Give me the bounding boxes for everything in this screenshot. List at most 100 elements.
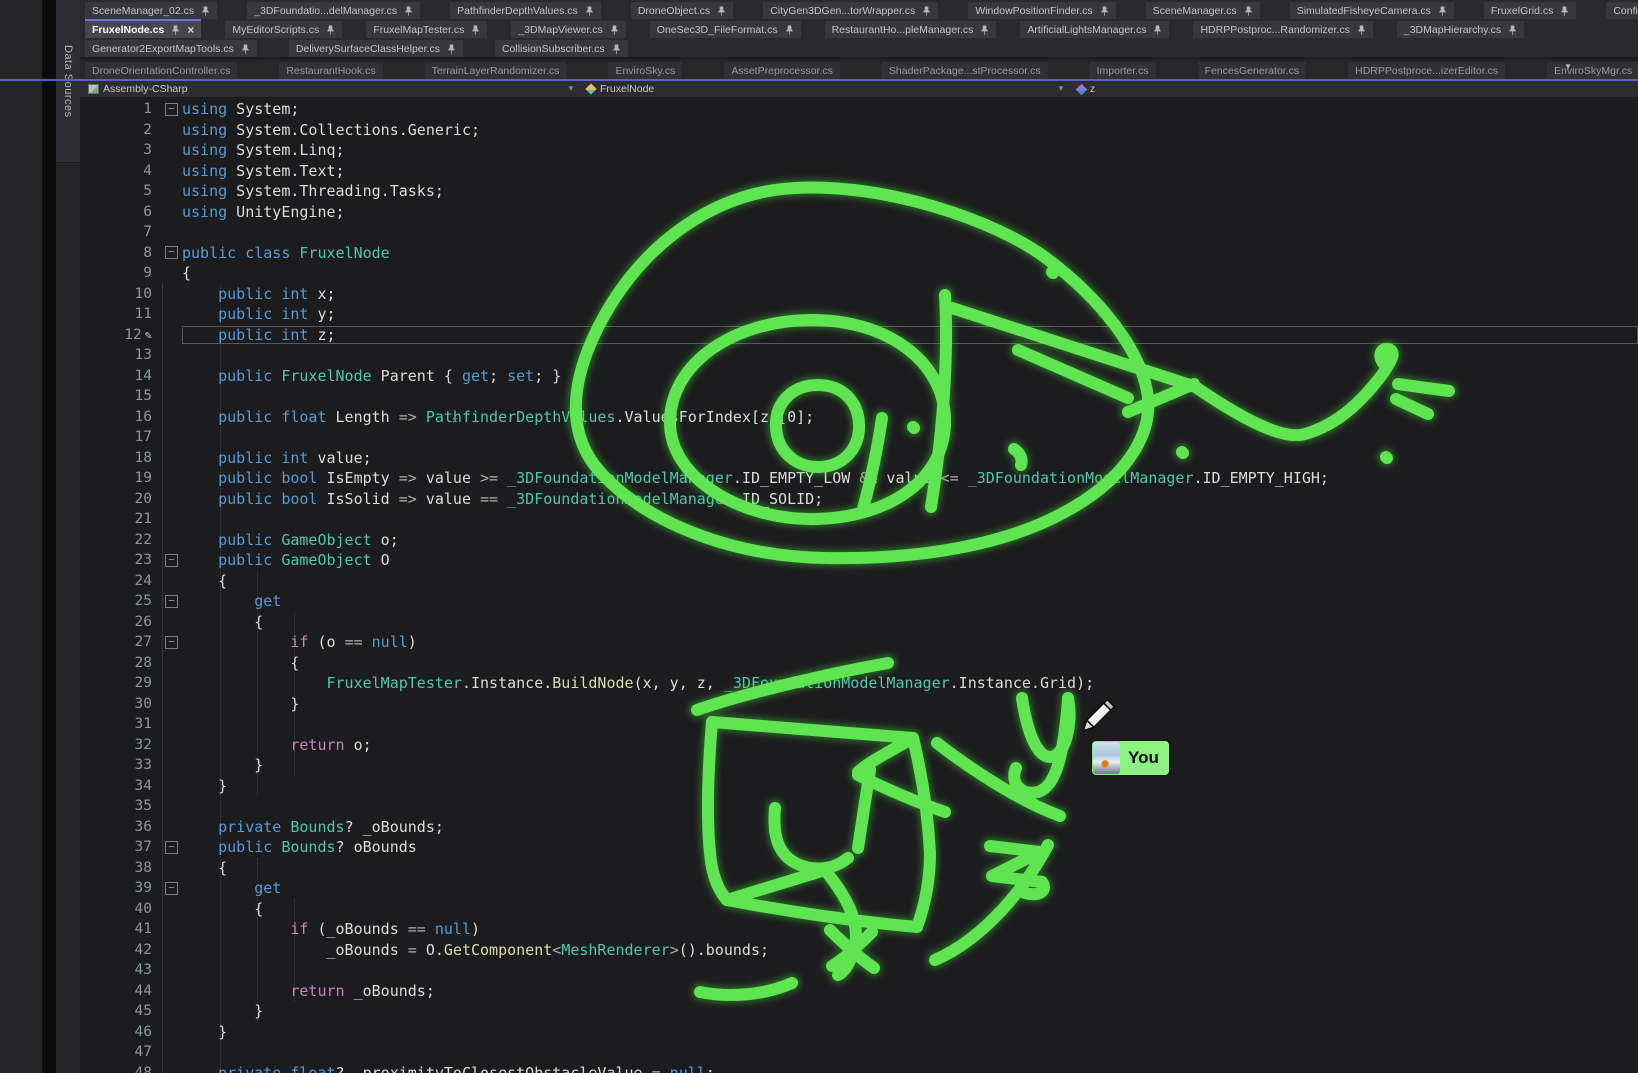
- code-line-10[interactable]: 10 public int x;: [80, 284, 1638, 305]
- code-line-47[interactable]: 47: [80, 1042, 1638, 1063]
- code-line-2[interactable]: 2using System.Collections.Generic;: [80, 120, 1638, 141]
- fold-collapse-icon[interactable]: –: [152, 246, 182, 259]
- code-line-45[interactable]: 45 }: [80, 1001, 1638, 1022]
- chevron-down-icon[interactable]: ▼: [567, 84, 575, 93]
- code-line-30[interactable]: 30 }: [80, 694, 1638, 715]
- code-line-37[interactable]: 37– public Bounds? oBounds: [80, 837, 1638, 858]
- tab-artificiallightsmanager-cs[interactable]: ArtificialLightsManager.cs: [1020, 21, 1169, 38]
- code-line-17[interactable]: 17: [80, 427, 1638, 448]
- code-line-42[interactable]: 42 _oBounds = O.GetComponent<MeshRendere…: [80, 940, 1638, 961]
- code-line-5[interactable]: 5using System.Threading.Tasks;: [80, 181, 1638, 202]
- fold-box[interactable]: –: [165, 841, 178, 854]
- code-line-48[interactable]: 48 private float? _proximityToClosestObs…: [80, 1063, 1638, 1073]
- fold-collapse-icon[interactable]: –: [152, 595, 182, 608]
- code-line-4[interactable]: 4using System.Text;: [80, 161, 1638, 182]
- fold-box[interactable]: –: [165, 554, 178, 567]
- code-line-46[interactable]: 46 }: [80, 1022, 1638, 1043]
- code-line-25[interactable]: 25– get: [80, 591, 1638, 612]
- breadcrumb-type[interactable]: FruxelNode: [586, 81, 654, 97]
- tab-citygen3dgen-torwrapper-cs[interactable]: CityGen3DGen...torWrapper.cs: [763, 2, 938, 19]
- tab-droneorientationcontroller-cs[interactable]: DroneOrientationController.cs: [85, 62, 237, 79]
- tab-restaurantho-plemanager-cs[interactable]: RestaurantHo...pleManager.cs: [825, 21, 997, 38]
- code-line-28[interactable]: 28 {: [80, 653, 1638, 674]
- code-line-1[interactable]: 1–using System;: [80, 99, 1638, 120]
- tab-onesec3d-fileformat-cs[interactable]: OneSec3D_FileFormat.cs: [650, 21, 801, 38]
- tab-fruxelmaptester-cs[interactable]: FruxelMapTester.cs: [366, 21, 487, 38]
- code-line-27[interactable]: 27– if (o == null): [80, 632, 1638, 653]
- tab-generator2exportmaptools-cs[interactable]: Generator2ExportMapTools.cs: [85, 40, 257, 57]
- code-line-40[interactable]: 40 {: [80, 899, 1638, 920]
- tab-3dfoundatio-delmanager-cs[interactable]: _3DFoundatio...delManager.cs: [247, 2, 420, 19]
- code-line-7[interactable]: 7: [80, 222, 1638, 243]
- code-line-35[interactable]: 35: [80, 796, 1638, 817]
- code-line-9[interactable]: 9{: [80, 263, 1638, 284]
- code-line-11[interactable]: 11 public int y;: [80, 304, 1638, 325]
- fold-collapse-icon[interactable]: –: [152, 554, 182, 567]
- tab-3dmapviewer-cs[interactable]: _3DMapViewer.cs: [511, 21, 625, 38]
- tab-myeditorscripts-cs[interactable]: MyEditorScripts.cs: [225, 21, 342, 38]
- breadcrumb-member[interactable]: z: [1077, 81, 1095, 97]
- tab-simulatedfisheyecamera-cs[interactable]: SimulatedFisheyeCamera.cs: [1290, 2, 1454, 19]
- code-line-18[interactable]: 18 public int value;: [80, 448, 1638, 469]
- fold-box[interactable]: –: [165, 595, 178, 608]
- tab-fruxelgrid-cs[interactable]: FruxelGrid.cs: [1484, 2, 1576, 19]
- tab-collisionsubscriber-cs[interactable]: CollisionSubscriber.cs: [495, 40, 628, 57]
- fold-box[interactable]: –: [165, 103, 178, 116]
- tab-terrainlayerrandomizer-cs[interactable]: TerrainLayerRandomizer.cs: [425, 62, 567, 79]
- data-sources-vertical-tab[interactable]: Data Sources: [56, 0, 80, 163]
- tab-hdrppostproc-randomizer-cs[interactable]: HDRPPostproc...Randomizer.cs: [1193, 21, 1372, 38]
- tab-windowpositionfinder-cs[interactable]: WindowPositionFinder.cs: [968, 2, 1115, 19]
- code-line-12[interactable]: 12✎ public int z;: [80, 325, 1638, 346]
- fold-collapse-icon[interactable]: –: [152, 103, 182, 116]
- fold-collapse-icon[interactable]: –: [152, 841, 182, 854]
- code-line-36[interactable]: 36 private Bounds? _oBounds;: [80, 817, 1638, 838]
- tab-fruxelnode-cs[interactable]: FruxelNode.cs×: [85, 19, 201, 38]
- tab-scenemanager-cs[interactable]: SceneManager.cs: [1146, 2, 1260, 19]
- fold-collapse-icon[interactable]: –: [152, 882, 182, 895]
- breadcrumb-project[interactable]: Assembly-CSharp: [88, 81, 188, 97]
- fold-collapse-icon[interactable]: –: [152, 636, 182, 649]
- tab-enviroskymgr-cs[interactable]: EnviroSkyMgr.cs: [1547, 62, 1638, 79]
- code-line-43[interactable]: 43: [80, 960, 1638, 981]
- code-line-33[interactable]: 33 }: [80, 755, 1638, 776]
- tab-overflow-chevron-icon[interactable]: ▼: [1564, 62, 1572, 71]
- code-line-14[interactable]: 14 public FruxelNode Parent { get; set; …: [80, 366, 1638, 387]
- code-line-21[interactable]: 21: [80, 509, 1638, 530]
- chevron-down-icon[interactable]: ▼: [1057, 84, 1065, 93]
- tab-3dmaphierarchy-cs[interactable]: _3DMapHierarchy.cs: [1397, 21, 1524, 38]
- tab-scenemanager-02-cs[interactable]: SceneManager_02.cs: [85, 2, 217, 19]
- tab-config-cs[interactable]: Config.cs: [1606, 2, 1638, 19]
- code-line-39[interactable]: 39– get: [80, 878, 1638, 899]
- code-line-19[interactable]: 19 public bool IsEmpty => value >= _3DFo…: [80, 468, 1638, 489]
- tab-importer-cs[interactable]: Importer.cs: [1090, 62, 1156, 79]
- code-line-29[interactable]: 29 FruxelMapTester.Instance.BuildNode(x,…: [80, 673, 1638, 694]
- code-line-26[interactable]: 26 {: [80, 612, 1638, 633]
- close-icon[interactable]: ×: [187, 24, 194, 36]
- fold-box[interactable]: –: [165, 246, 178, 259]
- code-line-13[interactable]: 13: [80, 345, 1638, 366]
- code-line-44[interactable]: 44 return _oBounds;: [80, 981, 1638, 1002]
- code-line-3[interactable]: 3using System.Linq;: [80, 140, 1638, 161]
- tab-shaderpackage-stprocessor-cs[interactable]: ShaderPackage...stProcessor.cs: [882, 62, 1048, 79]
- tab-droneobject-cs[interactable]: DroneObject.cs: [631, 2, 733, 19]
- code-line-22[interactable]: 22 public GameObject o;: [80, 530, 1638, 551]
- code-line-31[interactable]: 31: [80, 714, 1638, 735]
- tab-fencesgenerator-cs[interactable]: FencesGenerator.cs: [1198, 62, 1307, 79]
- code-line-20[interactable]: 20 public bool IsSolid => value == _3DFo…: [80, 489, 1638, 510]
- code-line-38[interactable]: 38 {: [80, 858, 1638, 879]
- code-line-32[interactable]: 32 return o;: [80, 735, 1638, 756]
- code-line-24[interactable]: 24 {: [80, 571, 1638, 592]
- code-line-34[interactable]: 34 }: [80, 776, 1638, 797]
- tab-assetpreprocessor-cs[interactable]: AssetPreprocessor.cs: [724, 62, 840, 79]
- fold-box[interactable]: –: [165, 882, 178, 895]
- tab-hdrppostproce-izereditor-cs[interactable]: HDRPPostproce...izerEditor.cs: [1348, 62, 1505, 79]
- code-line-16[interactable]: 16 public float Length => PathfinderDept…: [80, 407, 1638, 428]
- code-line-41[interactable]: 41 if (_oBounds == null): [80, 919, 1638, 940]
- fold-box[interactable]: –: [165, 636, 178, 649]
- tab-envirosky-cs[interactable]: EnviroSky.cs: [608, 62, 682, 79]
- code-editor[interactable]: 1–using System;2using System.Collections…: [80, 97, 1638, 1073]
- code-line-6[interactable]: 6using UnityEngine;: [80, 202, 1638, 223]
- code-line-15[interactable]: 15: [80, 386, 1638, 407]
- code-line-23[interactable]: 23– public GameObject O: [80, 550, 1638, 571]
- tab-restauranthook-cs[interactable]: RestaurantHook.cs: [279, 62, 382, 79]
